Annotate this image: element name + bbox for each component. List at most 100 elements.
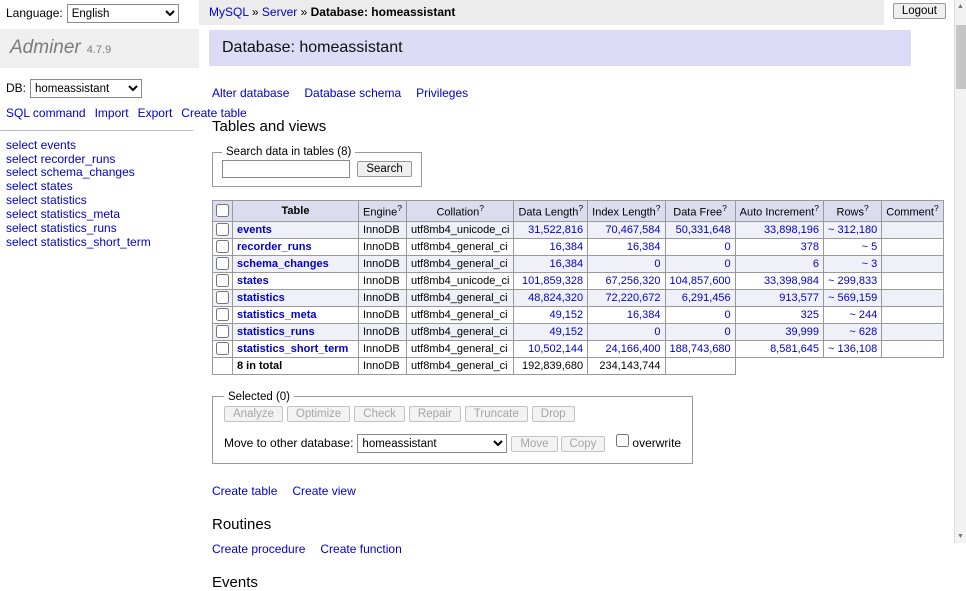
rows-link[interactable]: ~ 244: [849, 309, 877, 321]
sidebar-table-link-select-statistics-short-term[interactable]: select statistics_short_term: [6, 236, 193, 250]
row-checkbox-recorder-runs[interactable]: [216, 240, 229, 253]
sidebar-link-sql-command[interactable]: SQL command: [6, 106, 86, 120]
help-icon[interactable]: ?: [934, 203, 939, 213]
auto-increment-link[interactable]: 913,577: [779, 292, 819, 304]
search-button[interactable]: Search: [357, 161, 411, 177]
breadcrumb-link-mysql[interactable]: MySQL: [209, 5, 249, 19]
move-db-select[interactable]: homeassistant: [357, 434, 507, 453]
index-length-link[interactable]: 16,384: [627, 309, 661, 321]
breadcrumb-link-server[interactable]: Server: [262, 5, 297, 19]
routine-link-create-procedure[interactable]: Create procedure: [212, 542, 305, 556]
data-free-link[interactable]: 6,291,456: [682, 292, 731, 304]
sidebar-table-link-select-statistics-runs[interactable]: select statistics_runs: [6, 222, 193, 236]
table-link-recorder-runs[interactable]: recorder_runs: [237, 241, 312, 253]
truncate-button[interactable]: Truncate: [465, 406, 528, 422]
db-select[interactable]: homeassistant: [30, 79, 142, 98]
select-all-checkbox[interactable]: [216, 204, 229, 217]
check-button[interactable]: Check: [354, 406, 405, 422]
row-checkbox-statistics[interactable]: [216, 291, 229, 304]
auto-increment-link[interactable]: 378: [801, 241, 819, 253]
scrollbar-thumb[interactable]: [956, 25, 966, 89]
table-link-statistics-short-term[interactable]: statistics_short_term: [237, 343, 348, 355]
create-link-create-table[interactable]: Create table: [212, 484, 277, 498]
logout-button[interactable]: Logout: [893, 3, 946, 19]
help-icon[interactable]: ?: [864, 203, 869, 213]
data-length-link[interactable]: 48,824,320: [528, 292, 583, 304]
rows-link[interactable]: ~ 569,159: [828, 292, 877, 304]
index-length-link[interactable]: 72,220,672: [605, 292, 660, 304]
auto-increment-link[interactable]: 325: [801, 309, 819, 321]
row-checkbox-events[interactable]: [216, 223, 229, 236]
data-length-link[interactable]: 49,152: [549, 309, 583, 321]
auto-increment-link[interactable]: 33,898,196: [764, 224, 819, 236]
index-length-link[interactable]: 0: [654, 326, 660, 338]
data-free-link[interactable]: 0: [725, 258, 731, 270]
search-input[interactable]: [222, 160, 350, 178]
data-free-link[interactable]: 0: [725, 309, 731, 321]
table-link-statistics-meta[interactable]: statistics_meta: [237, 309, 317, 321]
help-icon[interactable]: ?: [656, 203, 661, 213]
help-icon[interactable]: ?: [397, 203, 402, 213]
sidebar-table-link-select-states[interactable]: select states: [6, 180, 193, 194]
table-link-statistics-runs[interactable]: statistics_runs: [237, 326, 315, 338]
data-length-link[interactable]: 49,152: [549, 326, 583, 338]
help-icon[interactable]: ?: [479, 203, 484, 213]
sidebar-table-link-select-statistics-meta[interactable]: select statistics_meta: [6, 208, 193, 222]
rows-link[interactable]: ~ 312,180: [828, 224, 877, 236]
rows-link[interactable]: ~ 136,108: [828, 343, 877, 355]
scroll-up-icon[interactable]: ▲: [955, 0, 966, 13]
data-free-link[interactable]: 0: [725, 241, 731, 253]
data-length-link[interactable]: 10,502,144: [528, 343, 583, 355]
adminer-brand[interactable]: Adminer: [10, 37, 81, 58]
data-length-link[interactable]: 31,522,816: [528, 224, 583, 236]
rows-link[interactable]: ~ 628: [849, 326, 877, 338]
row-checkbox-states[interactable]: [216, 274, 229, 287]
rows-link[interactable]: ~ 3: [862, 258, 878, 270]
data-free-link[interactable]: 104,857,600: [670, 275, 731, 287]
table-link-events[interactable]: events: [237, 224, 272, 236]
scroll-down-icon[interactable]: ▼: [955, 530, 966, 543]
create-link-create-view[interactable]: Create view: [292, 484, 355, 498]
copy-button[interactable]: Copy: [561, 436, 606, 452]
auto-increment-link[interactable]: 39,999: [785, 326, 819, 338]
rows-link[interactable]: ~ 299,833: [828, 275, 877, 287]
row-checkbox-schema-changes[interactable]: [216, 257, 229, 270]
data-length-link[interactable]: 16,384: [549, 258, 583, 270]
data-free-link[interactable]: 188,743,680: [670, 343, 731, 355]
row-checkbox-statistics-short-term[interactable]: [216, 342, 229, 355]
sidebar-table-link-select-events[interactable]: select events: [6, 139, 193, 153]
overwrite-checkbox[interactable]: [616, 434, 629, 447]
data-free-link[interactable]: 50,331,648: [676, 224, 731, 236]
adminer-logo[interactable]: Adminer 4.7.9: [0, 29, 199, 68]
index-length-link[interactable]: 16,384: [627, 241, 661, 253]
db-link-privileges[interactable]: Privileges: [416, 86, 468, 100]
sidebar-table-link-select-statistics[interactable]: select statistics: [6, 194, 193, 208]
optimize-button[interactable]: Optimize: [287, 406, 350, 422]
routine-link-create-function[interactable]: Create function: [320, 542, 401, 556]
index-length-link[interactable]: 67,256,320: [605, 275, 660, 287]
sidebar-link-import[interactable]: Import: [95, 106, 129, 120]
analyze-button[interactable]: Analyze: [224, 406, 283, 422]
drop-button[interactable]: Drop: [532, 406, 575, 422]
index-length-link[interactable]: 24,166,400: [605, 343, 660, 355]
language-select[interactable]: English: [67, 4, 179, 23]
table-link-schema-changes[interactable]: schema_changes: [237, 258, 329, 270]
help-icon[interactable]: ?: [578, 203, 583, 213]
sidebar-link-export[interactable]: Export: [138, 106, 173, 120]
auto-increment-link[interactable]: 33,398,984: [764, 275, 819, 287]
help-icon[interactable]: ?: [814, 203, 819, 213]
row-checkbox-statistics-meta[interactable]: [216, 308, 229, 321]
db-link-alter-database[interactable]: Alter database: [212, 86, 289, 100]
auto-increment-link[interactable]: 6: [813, 258, 819, 270]
help-icon[interactable]: ?: [722, 203, 727, 213]
row-checkbox-statistics-runs[interactable]: [216, 325, 229, 338]
adminer-version[interactable]: 4.7.9: [87, 44, 111, 56]
sidebar-table-link-select-schema-changes[interactable]: select schema_changes: [6, 166, 193, 180]
index-length-link[interactable]: 70,467,584: [605, 224, 660, 236]
vertical-scrollbar[interactable]: ▲ ▼: [954, 0, 966, 543]
auto-increment-link[interactable]: 8,581,645: [770, 343, 819, 355]
move-button[interactable]: Move: [511, 436, 557, 452]
rows-link[interactable]: ~ 5: [862, 241, 878, 253]
data-free-link[interactable]: 0: [725, 326, 731, 338]
table-link-statistics[interactable]: statistics: [237, 292, 285, 304]
